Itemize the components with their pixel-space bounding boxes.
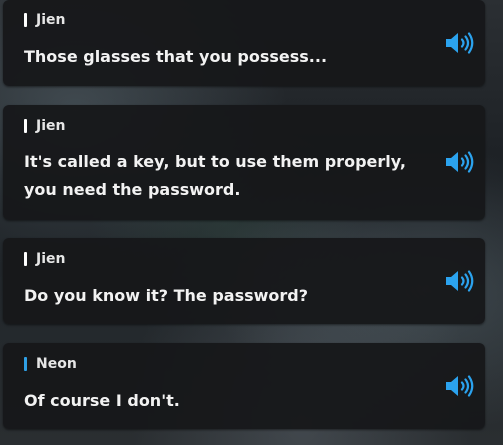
replay-voice-button[interactable] bbox=[443, 373, 475, 399]
speaker-tag: Jien bbox=[24, 118, 65, 134]
replay-voice-button[interactable] bbox=[443, 268, 475, 294]
speaker-indicator-bar bbox=[24, 13, 27, 27]
replay-voice-button[interactable] bbox=[443, 149, 475, 175]
dialogue-entry: Jien Do you know it? The password? bbox=[3, 238, 485, 324]
speaker-volume-icon bbox=[446, 32, 474, 54]
speaker-name: Neon bbox=[36, 356, 77, 372]
speaker-tag: Jien bbox=[24, 251, 65, 267]
replay-voice-button[interactable] bbox=[443, 30, 475, 56]
speaker-name: Jien bbox=[36, 251, 66, 267]
speaker-volume-icon bbox=[446, 375, 474, 397]
speaker-volume-icon bbox=[446, 151, 474, 173]
dialogue-entry: Jien Those glasses that you possess... bbox=[3, 0, 485, 86]
dialogue-entry: Jien It's called a key, but to use them … bbox=[3, 105, 485, 220]
speaker-tag: Jien bbox=[24, 12, 65, 28]
speaker-volume-icon bbox=[446, 270, 474, 292]
dialogue-text: It's called a key, but to use them prope… bbox=[24, 152, 407, 199]
dialogue-text: Do you know it? The password? bbox=[24, 286, 309, 305]
speaker-indicator-bar bbox=[24, 252, 27, 266]
speaker-indicator-bar bbox=[24, 119, 27, 133]
dialogue-text: Of course I don't. bbox=[24, 391, 180, 410]
speaker-name: Jien bbox=[36, 12, 66, 28]
dialogue-entry: Neon Of course I don't. bbox=[3, 343, 485, 429]
speaker-name: Jien bbox=[36, 118, 66, 134]
speaker-indicator-bar bbox=[24, 357, 27, 371]
speaker-tag: Neon bbox=[24, 356, 77, 372]
dialogue-text: Those glasses that you possess... bbox=[24, 47, 328, 66]
